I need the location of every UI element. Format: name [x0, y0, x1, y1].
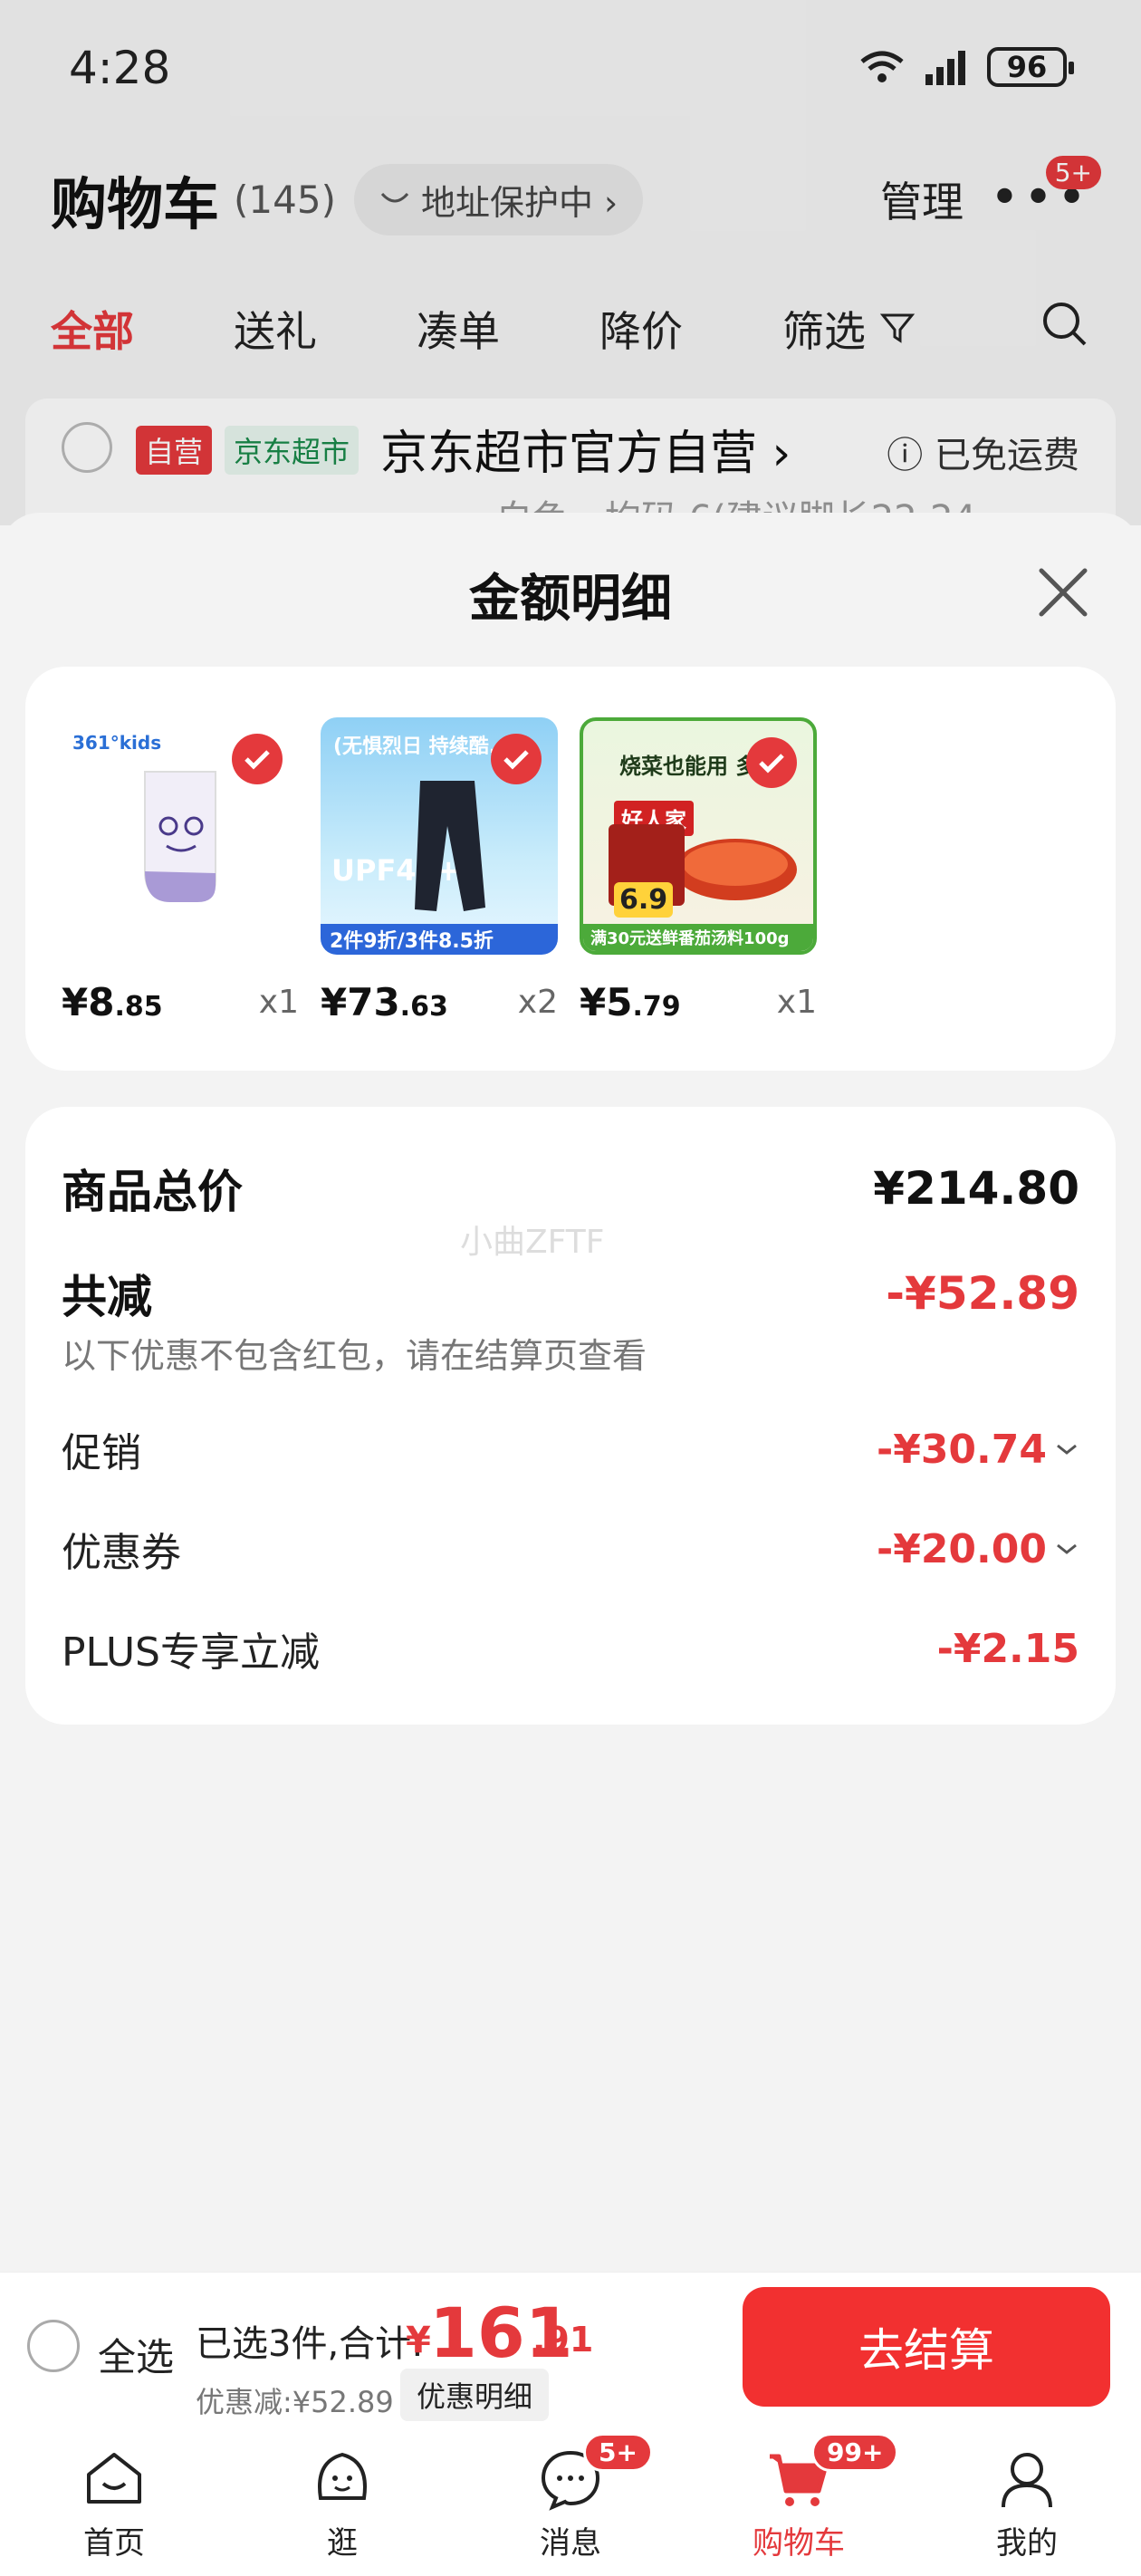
- product-promo-text: 2件9折/3件8.5折: [330, 930, 494, 953]
- reduce-row: 共减 -¥52.89: [62, 1261, 1079, 1326]
- product-price: ¥8.85: [62, 980, 163, 1024]
- checkout-bar: 全选 已选3件,合计: ¥ 161 .91 优惠减:¥52.89 优惠明细 去结…: [0, 2272, 1141, 2426]
- profile-icon: [1002, 2453, 1052, 2508]
- amount-detail-sheet: 金额明细 361°kids ¥8.85 x1 (无惧烈日 持续酷... UPF4…: [0, 513, 1141, 2576]
- coupon-value-wrap: -¥20.00: [877, 1526, 1079, 1572]
- tabbar-item-profile[interactable]: 我的: [913, 2426, 1141, 2576]
- tabbar-label-home: 首页: [83, 2525, 145, 2562]
- cart-badge: 99+: [811, 2433, 899, 2472]
- product-price: ¥5.79: [580, 980, 681, 1024]
- price-int: ¥5: [580, 980, 633, 1024]
- plus-discount-label: PLUS专享立减: [62, 1629, 320, 1676]
- product-qty: x1: [258, 984, 299, 1021]
- tabbar-item-message[interactable]: 消息 5+: [456, 2426, 685, 2576]
- select-all-label[interactable]: 全选: [98, 2327, 174, 2382]
- products-card: 361°kids ¥8.85 x1 (无惧烈日 持续酷... UPF40+ 2件…: [25, 667, 1116, 1071]
- total-label: 商品总价: [62, 1166, 243, 1218]
- product-promo-strip: 满30元送鲜番茄汤料100g: [583, 924, 813, 951]
- home-icon: [87, 2453, 141, 2504]
- product-image-pants: (无惧烈日 持续酷... UPF40+ 2件9折/3件8.5折: [321, 717, 558, 955]
- price-dec: .79: [632, 991, 681, 1023]
- product-image-hotpot-base: 烧菜也能用 多样 好人家 6.9 满30元送鲜番茄汤料100g: [580, 717, 817, 955]
- product-qty: x2: [517, 984, 558, 1021]
- product-item[interactable]: (无惧烈日 持续酷... UPF40+ 2件9折/3件8.5折 ¥73.63 x…: [321, 717, 558, 1024]
- chevron-down-icon: [1057, 1444, 1077, 1455]
- tabbar-item-cart[interactable]: 购物车 99+: [685, 2426, 913, 2576]
- close-icon[interactable]: [1032, 562, 1094, 623]
- product-price-tag: 6.9: [614, 882, 674, 918]
- price-int: ¥8: [62, 980, 115, 1024]
- plus-discount-value: -¥2.15: [936, 1625, 1079, 1672]
- product-qty: x1: [776, 984, 817, 1021]
- price-summary-card: 小曲ZFTF 商品总价 ¥214.80 共减 -¥52.89 以下优惠不包含红包…: [25, 1107, 1116, 1725]
- total-amount-dec: .91: [532, 2320, 594, 2360]
- product-promo-text: 满30元送鲜番茄汤料100g: [590, 929, 790, 948]
- reduce-value: -¥52.89: [886, 1267, 1079, 1320]
- price-dec: .85: [114, 991, 163, 1023]
- tabbar-label-cart: 购物车: [753, 2525, 845, 2562]
- coupon-value: -¥20.00: [876, 1525, 1047, 1572]
- selected-check-icon: [491, 734, 542, 784]
- select-all-radio[interactable]: [27, 2320, 80, 2372]
- bottom-tab-bar: 首页 逛 消息 5+ 购物车 99+ 我的: [0, 2426, 1141, 2576]
- product-item[interactable]: 烧菜也能用 多样 好人家 6.9 满30元送鲜番茄汤料100g ¥5.79 x1: [580, 717, 817, 1024]
- product-price: ¥73.63: [321, 980, 448, 1024]
- tabbar-label-profile: 我的: [996, 2525, 1058, 2562]
- tabbar-label-message: 消息: [540, 2525, 601, 2562]
- price-int: ¥73: [321, 980, 400, 1024]
- product-promo-strip: 2件9折/3件8.5折: [321, 924, 558, 955]
- browse-icon: [318, 2452, 367, 2500]
- tabbar-item-browse[interactable]: 逛: [228, 2426, 456, 2576]
- plus-discount-row: PLUS专享立减 -¥2.15: [62, 1620, 1079, 1677]
- message-badge: 5+: [583, 2433, 653, 2472]
- coupon-label: 优惠券: [62, 1530, 181, 1576]
- tabbar-item-home[interactable]: 首页: [0, 2426, 228, 2576]
- sheet-title: 金额明细: [469, 570, 672, 629]
- selected-count-label: 已选3件,合计:: [196, 2323, 424, 2365]
- watermark: 小曲ZFTF: [460, 1224, 605, 1261]
- promotion-value-wrap: -¥30.74: [877, 1427, 1079, 1473]
- discount-summary: 优惠减:¥52.89: [196, 2385, 394, 2419]
- selected-check-icon: [746, 737, 797, 788]
- coupon-row[interactable]: 优惠券 -¥20.00: [62, 1520, 1079, 1578]
- discount-detail-button[interactable]: 优惠明细: [400, 2369, 550, 2421]
- reduce-label: 共减: [62, 1271, 152, 1323]
- cart-page-background: 4:28 96 购物车 (145) 地址保护中 › 管理 ••• 5+ 全部 送…: [0, 0, 1141, 540]
- checkout-button[interactable]: 去结算: [743, 2287, 1110, 2407]
- product-item[interactable]: 361°kids ¥8.85 x1: [62, 717, 299, 1024]
- tabbar-label-browse: 逛: [327, 2525, 358, 2562]
- total-value: ¥214.80: [873, 1162, 1079, 1215]
- product-image-socks: 361°kids: [62, 717, 299, 955]
- promotion-value: -¥30.74: [876, 1426, 1047, 1473]
- selected-check-icon: [232, 734, 283, 784]
- total-currency: ¥: [406, 2320, 431, 2361]
- total-row: 商品总价 ¥214.80: [62, 1156, 1079, 1221]
- promotion-label: 促销: [62, 1430, 141, 1476]
- price-dec: .63: [399, 991, 448, 1023]
- dim-overlay[interactable]: [0, 0, 1141, 525]
- promotion-row[interactable]: 促销 -¥30.74: [62, 1420, 1079, 1478]
- discount-note: 以下优惠不包含红包，请在结算页查看: [62, 1336, 647, 1376]
- chevron-down-icon: [1057, 1543, 1077, 1554]
